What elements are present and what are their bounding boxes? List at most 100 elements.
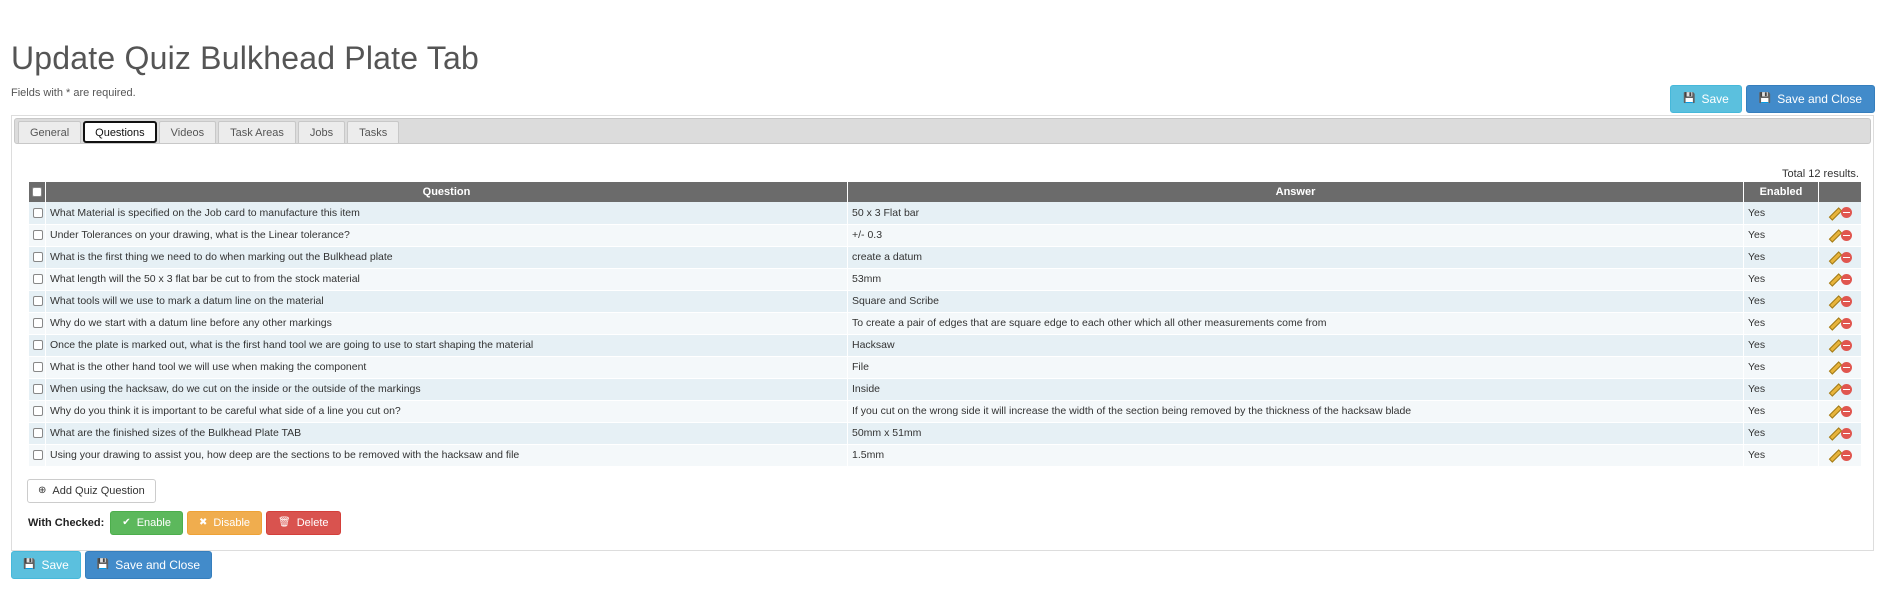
answer-cell: 53mm: [847, 268, 1744, 291]
row-checkbox[interactable]: [33, 296, 43, 307]
minus-circle-icon[interactable]: [1840, 449, 1852, 461]
row-checkbox[interactable]: [33, 274, 43, 285]
minus-circle-icon[interactable]: [1840, 229, 1852, 241]
plus-circle-icon: ⊕: [38, 485, 47, 496]
save-button-label: Save: [41, 558, 69, 572]
row-checkbox[interactable]: [33, 340, 43, 351]
question-cell: What is the other hand tool we will use …: [45, 356, 848, 379]
row-checkbox[interactable]: [33, 428, 43, 439]
column-header-question[interactable]: Question: [45, 182, 848, 202]
row-actions-cell: [1818, 422, 1861, 445]
add-quiz-question-label: Add Quiz Question: [52, 484, 145, 497]
column-header-actions: [1818, 182, 1861, 202]
question-cell: When using the hacksaw, do we cut on the…: [45, 378, 848, 401]
select-all-checkbox[interactable]: [32, 187, 42, 198]
minus-circle-icon[interactable]: [1840, 405, 1852, 417]
answer-cell: Hacksaw: [847, 334, 1744, 357]
tab-task-areas[interactable]: Task Areas: [218, 121, 296, 143]
trash-icon: 🗑: [278, 517, 291, 528]
minus-circle-icon[interactable]: [1840, 273, 1852, 285]
question-cell: Why do you think it is important to be c…: [45, 400, 848, 423]
table-row: What tools will we use to mark a datum l…: [28, 290, 1861, 313]
save-button[interactable]: 💾 Save: [1670, 85, 1742, 113]
minus-circle-icon[interactable]: [1840, 339, 1852, 351]
enabled-cell: Yes: [1743, 224, 1819, 247]
pencil-icon[interactable]: [1828, 449, 1840, 461]
row-checkbox[interactable]: [33, 362, 43, 373]
add-quiz-question-button[interactable]: ⊕ Add Quiz Question: [27, 479, 156, 503]
pencil-icon[interactable]: [1828, 405, 1840, 417]
table-row: What Material is specified on the Job ca…: [28, 202, 1861, 225]
row-actions-cell: [1818, 290, 1861, 313]
save-and-close-button-bottom[interactable]: 💾 Save and Close: [84, 551, 212, 579]
minus-circle-icon[interactable]: [1840, 383, 1852, 395]
pencil-icon[interactable]: [1828, 207, 1840, 219]
question-cell: What is the first thing we need to do wh…: [45, 246, 848, 269]
save-and-close-label: Save and Close: [115, 558, 200, 572]
row-checkbox[interactable]: [33, 450, 43, 461]
row-checkbox[interactable]: [33, 230, 43, 241]
tab-general[interactable]: General: [18, 121, 82, 143]
minus-circle-icon[interactable]: [1840, 427, 1852, 439]
bulk-actions: With Checked: ✔ Enable ✖ Disable 🗑 Delet…: [28, 511, 341, 535]
row-checkbox[interactable]: [33, 207, 43, 218]
enable-label: Enable: [136, 516, 171, 529]
minus-circle-icon[interactable]: [1840, 361, 1852, 373]
row-checkbox[interactable]: [33, 406, 43, 417]
tab-questions[interactable]: Questions: [83, 121, 157, 143]
pencil-icon[interactable]: [1828, 361, 1840, 373]
row-select-cell: [28, 312, 46, 335]
row-checkbox[interactable]: [33, 252, 43, 263]
row-actions-cell: [1818, 224, 1861, 247]
enabled-cell: Yes: [1743, 290, 1819, 313]
table-row: Under Tolerances on your drawing, what i…: [28, 224, 1861, 247]
tab-tasks[interactable]: Tasks: [347, 121, 400, 143]
answer-cell: 1.5mm: [847, 444, 1744, 467]
column-header-answer[interactable]: Answer: [847, 182, 1744, 202]
question-cell: Under Tolerances on your drawing, what i…: [45, 224, 848, 247]
tab-videos[interactable]: Videos: [158, 121, 217, 143]
disable-label: Disable: [213, 516, 251, 529]
x-icon: ✖: [198, 517, 208, 528]
row-actions-cell: [1818, 268, 1861, 291]
save-button-label: Save: [1701, 92, 1729, 106]
pencil-icon[interactable]: [1828, 251, 1840, 263]
minus-circle-icon[interactable]: [1840, 251, 1852, 263]
pencil-icon[interactable]: [1828, 383, 1840, 395]
disable-button[interactable]: ✖ Disable: [186, 511, 263, 535]
row-actions-cell: [1818, 356, 1861, 379]
minus-circle-icon[interactable]: [1840, 295, 1852, 307]
row-select-cell: [28, 400, 46, 423]
row-checkbox[interactable]: [33, 384, 43, 395]
total-results: Total 12 results.: [1781, 168, 1859, 180]
answer-cell: 50 x 3 Flat bar: [847, 202, 1744, 225]
pencil-icon[interactable]: [1828, 427, 1840, 439]
tab-label: Questions: [95, 126, 145, 139]
table-row: What are the finished sizes of the Bulkh…: [28, 422, 1861, 445]
enabled-cell: Yes: [1743, 202, 1819, 225]
pencil-icon[interactable]: [1828, 339, 1840, 351]
table-row: What length will the 50 x 3 flat bar be …: [28, 268, 1861, 291]
enable-button[interactable]: ✔ Enable: [110, 511, 183, 535]
tab-jobs[interactable]: Jobs: [297, 121, 346, 143]
pencil-icon[interactable]: [1828, 229, 1840, 241]
save-button-bottom[interactable]: 💾 Save: [11, 551, 81, 579]
enabled-cell: Yes: [1743, 422, 1819, 445]
floppy-disk-icon: 💾: [23, 559, 36, 570]
column-header-enabled[interactable]: Enabled: [1743, 182, 1819, 202]
pencil-icon[interactable]: [1828, 273, 1840, 285]
row-select-cell: [28, 268, 46, 291]
row-checkbox[interactable]: [33, 318, 43, 329]
row-actions-cell: [1818, 246, 1861, 269]
delete-button[interactable]: 🗑 Delete: [266, 511, 341, 535]
answer-cell: Inside: [847, 378, 1744, 401]
answer-cell: Square and Scribe: [847, 290, 1744, 313]
pencil-icon[interactable]: [1828, 295, 1840, 307]
table-row: Why do we start with a datum line before…: [28, 312, 1861, 335]
save-and-close-button[interactable]: 💾 Save and Close: [1745, 85, 1875, 113]
minus-circle-icon[interactable]: [1840, 317, 1852, 329]
row-actions-cell: [1818, 334, 1861, 357]
minus-circle-icon[interactable]: [1840, 207, 1852, 219]
save-and-close-label: Save and Close: [1777, 92, 1862, 106]
pencil-icon[interactable]: [1828, 317, 1840, 329]
